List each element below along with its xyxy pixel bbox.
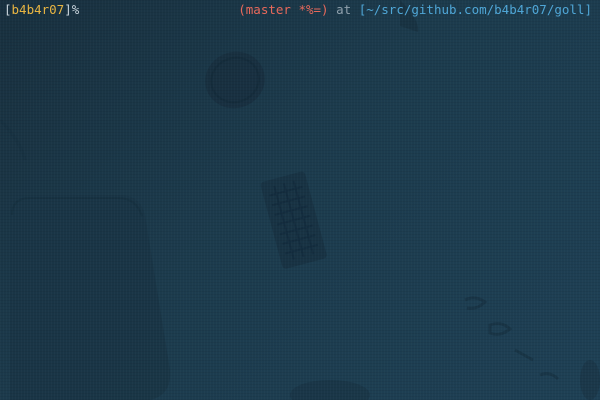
git-status: (master *%=) (238, 2, 329, 17)
prompt-at: at (336, 2, 352, 17)
path-bracket-close: ] (584, 2, 592, 17)
terminal-window[interactable]: [b4b4r07]% (master *%=) at [~/src/github… (0, 0, 600, 400)
prompt-bracket-close: ] (64, 2, 72, 17)
prompt-left: [b4b4r07]% (4, 2, 79, 18)
prompt-bracket-open: [ (4, 2, 12, 17)
spacecraft-wallpaper-image (0, 0, 600, 400)
prompt-right: (master *%=) at [~/src/github.com/b4b4r0… (238, 2, 592, 18)
prompt-username: b4b4r07 (11, 2, 65, 17)
screen-texture (0, 0, 600, 400)
prompt-symbol: % (71, 2, 80, 17)
shell-prompt[interactable]: [b4b4r07]% (master *%=) at [~/src/github… (4, 2, 592, 18)
current-path: ~/src/github.com/b4b4r07/goll (366, 2, 585, 17)
